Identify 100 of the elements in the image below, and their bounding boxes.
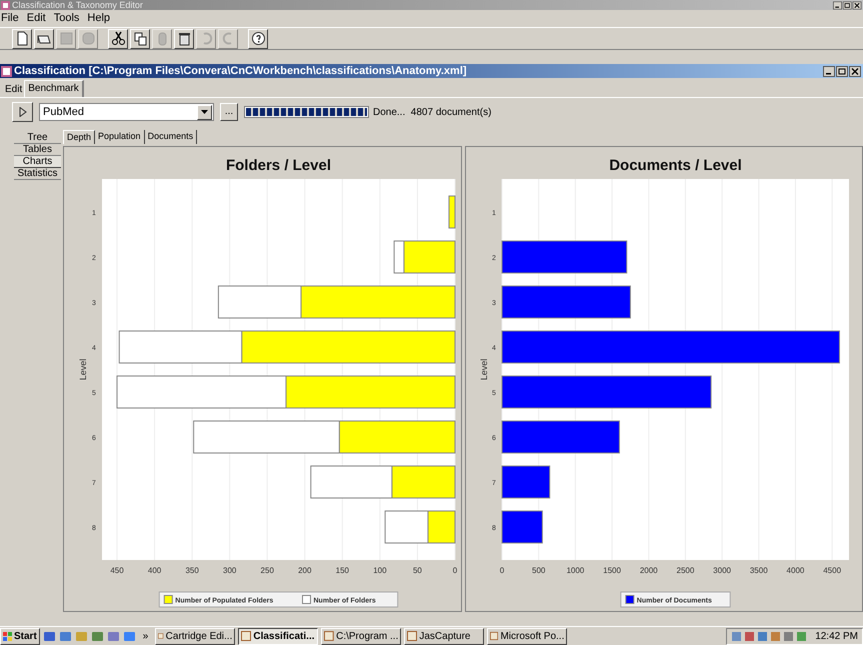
- tray-icon[interactable]: [757, 630, 768, 642]
- taskbar-label: C:\Program ...: [336, 630, 398, 644]
- bar: [502, 510, 543, 544]
- tray-icon[interactable]: [731, 630, 742, 642]
- tick-label: 3500: [750, 566, 768, 575]
- menu-item[interactable]: Edit: [26, 10, 46, 27]
- tick-label: 400: [148, 566, 162, 575]
- window-title: Classification & Taxonomy Editor: [12, 0, 143, 10]
- chart-tab[interactable]: Depth: [63, 130, 96, 144]
- menu-item[interactable]: Tools: [54, 10, 80, 27]
- quick-launch-icon[interactable]: [106, 630, 120, 642]
- taskbar-button[interactable]: Cartridge Edi...: [155, 628, 236, 644]
- clock: 12:42 PM: [815, 630, 858, 644]
- window-icon: [241, 631, 252, 641]
- tick-label: 1000: [566, 566, 584, 575]
- toolbar-button[interactable]: [174, 28, 194, 48]
- windows-logo-icon: [3, 632, 12, 640]
- chart-title: Documents / Level: [609, 157, 742, 174]
- side-tab[interactable]: Tree: [14, 132, 61, 144]
- run-button[interactable]: [12, 102, 33, 122]
- tick-label: 0: [452, 566, 458, 575]
- side-tab[interactable]: Statistics: [14, 168, 61, 180]
- toolbar-button[interactable]: [248, 28, 268, 48]
- source-combobox[interactable]: PubMed: [39, 103, 214, 121]
- start-label: Start: [14, 630, 37, 644]
- taskbar-button[interactable]: Classificati...: [238, 628, 318, 644]
- taskbar-label: JasCapture: [419, 630, 470, 644]
- play-icon: [18, 107, 26, 117]
- tick-label: 4500: [823, 566, 842, 575]
- quick-launch-icon[interactable]: [122, 630, 136, 642]
- tick-label: 4000: [786, 566, 804, 575]
- legend-swatch: [625, 595, 634, 604]
- minimize-icon[interactable]: [823, 66, 835, 76]
- toolbar-button[interactable]: [34, 28, 54, 48]
- tray-icon[interactable]: [783, 630, 794, 642]
- combobox-value: PubMed: [42, 104, 84, 120]
- close-icon[interactable]: [849, 66, 861, 76]
- chart-tab[interactable]: Documents: [144, 130, 198, 144]
- taskbar-label: Classificati...: [253, 630, 314, 644]
- quick-launch-icon[interactable]: [58, 630, 72, 642]
- tick-label: 2000: [640, 566, 658, 575]
- maximize-icon[interactable]: [842, 0, 852, 10]
- axis-label: Level: [78, 358, 88, 380]
- window-icon: [490, 631, 498, 641]
- start-button[interactable]: Start: [0, 628, 40, 644]
- toolbar-button[interactable]: [12, 28, 32, 48]
- quick-launch-icon[interactable]: [90, 630, 104, 642]
- tick-label: 150: [336, 566, 350, 575]
- document-title: Classification [C:\Program Files\Convera\CnCWorkbench\classifications\Anatomy.xml]: [14, 64, 467, 78]
- bar: [448, 196, 456, 228]
- tick-label: 500: [532, 566, 546, 575]
- bar: [502, 466, 550, 498]
- browse-button[interactable]: ...: [220, 103, 238, 121]
- tray-icon[interactable]: [796, 630, 808, 642]
- legend-swatch: [164, 595, 173, 604]
- menu-item[interactable]: Help: [87, 10, 110, 27]
- axis-label: Level: [479, 358, 489, 380]
- help-icon: [250, 30, 266, 47]
- dropdown-arrow-icon: [201, 110, 208, 114]
- tray-icon[interactable]: [744, 630, 756, 642]
- taskbar-label: Cartridge Edi...: [166, 630, 232, 644]
- tray-icon[interactable]: [770, 630, 782, 642]
- close-icon[interactable]: [852, 0, 862, 10]
- toolbar-button[interactable]: [130, 28, 150, 48]
- quick-launch-icon[interactable]: [42, 630, 56, 642]
- chart-title: Folders / Level: [226, 157, 332, 174]
- tick-label: 100: [373, 566, 387, 575]
- tab[interactable]: Edit: [3, 83, 24, 97]
- tab[interactable]: Benchmark: [24, 80, 84, 97]
- taskbar-button[interactable]: C:\Program ...: [321, 628, 402, 644]
- app-icon: [1, 0, 10, 10]
- chart-tab[interactable]: Population: [95, 130, 145, 144]
- more-button[interactable]: »: [142, 628, 148, 644]
- tick-label: 1500: [603, 566, 621, 575]
- toolbar-button[interactable]: [108, 28, 128, 48]
- menu-item[interactable]: File: [1, 10, 19, 27]
- copy-icon: [132, 30, 148, 47]
- window-icon: [324, 631, 334, 641]
- taskbar-label: Microsoft Po...: [500, 630, 564, 644]
- status-text: Done... 4807 document(s): [373, 106, 492, 120]
- window-icon: [407, 631, 418, 641]
- legend-swatch: [302, 595, 311, 604]
- tick-label: 200: [298, 566, 312, 575]
- tick-label: 350: [185, 566, 199, 575]
- tick-label: 450: [110, 566, 124, 575]
- scissors-icon: [110, 30, 126, 47]
- bar: [391, 466, 456, 498]
- tick-label: 2500: [676, 566, 694, 575]
- maximize-icon[interactable]: [836, 66, 848, 76]
- document-icon: [1, 66, 12, 76]
- tick-label: 300: [223, 566, 236, 575]
- minimize-icon[interactable]: [833, 0, 842, 10]
- tick-label: 3000: [713, 566, 731, 575]
- window-icon: [158, 631, 164, 641]
- tick-label: 0: [500, 566, 504, 575]
- tick-label: 50: [413, 566, 422, 575]
- tick-label: 250: [260, 566, 274, 575]
- taskbar-button[interactable]: JasCapture: [404, 628, 484, 644]
- side-tab[interactable]: Charts: [14, 156, 61, 168]
- taskbar-button[interactable]: Microsoft Po...: [487, 628, 568, 644]
